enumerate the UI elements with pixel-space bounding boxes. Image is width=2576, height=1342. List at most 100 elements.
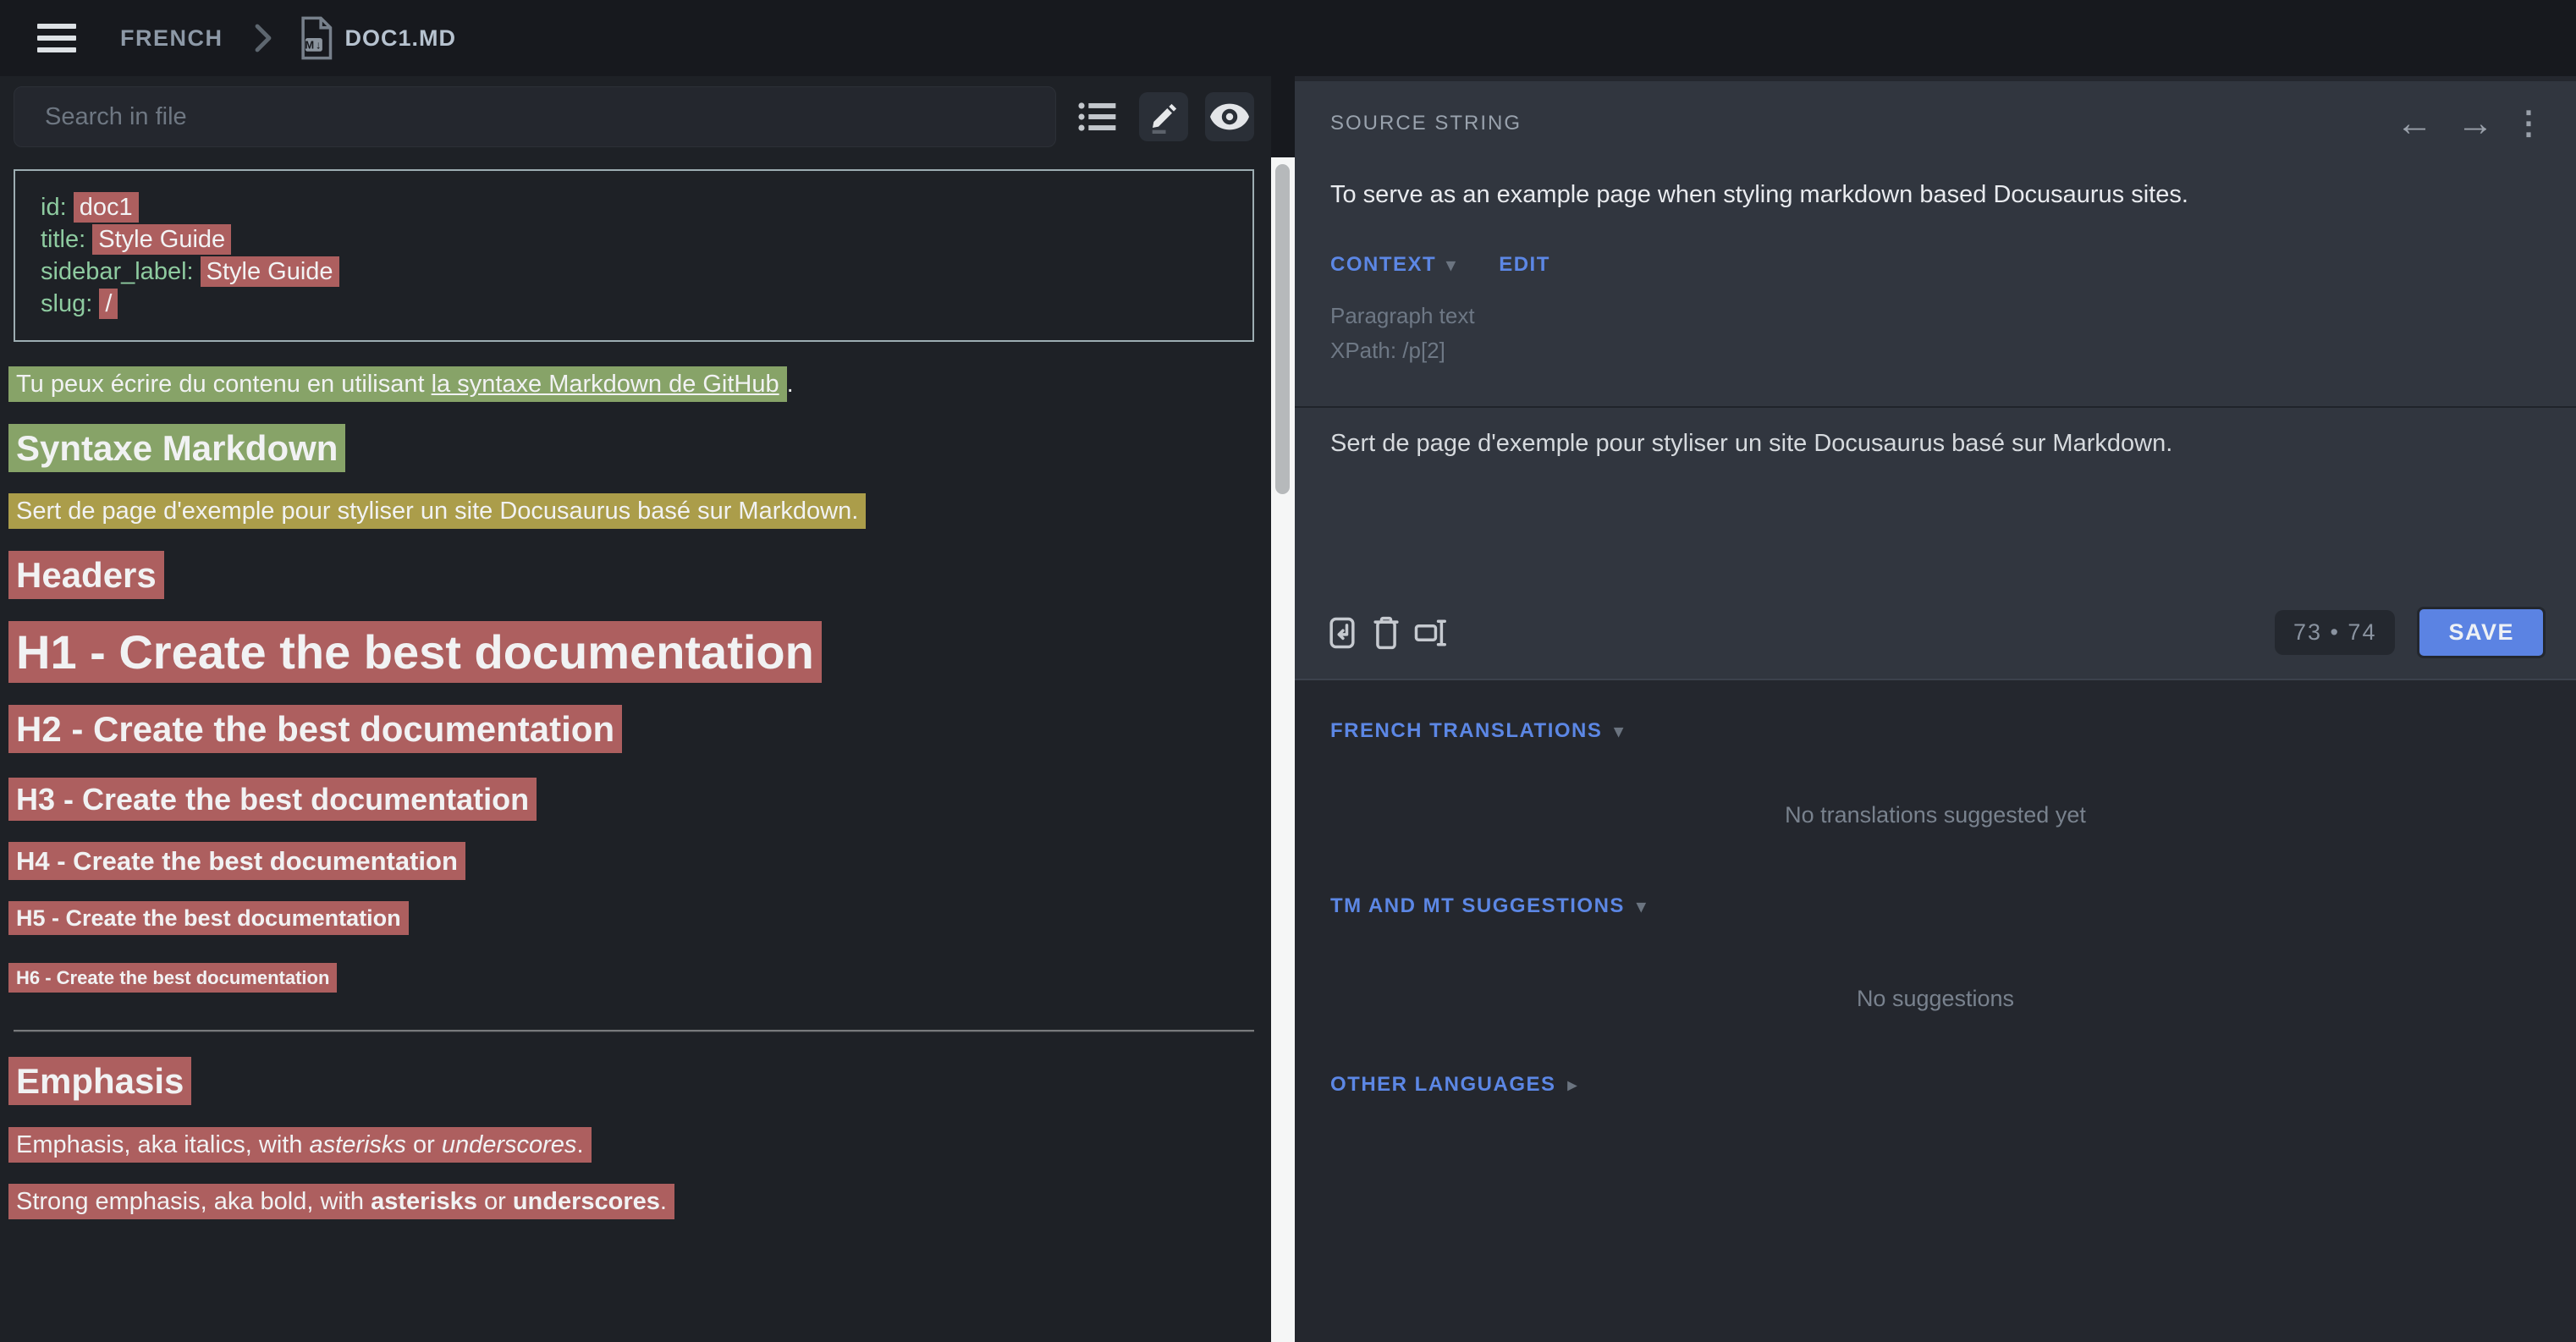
- document-block: Syntaxe Markdown: [8, 428, 1254, 470]
- source-string[interactable]: Sert de page d'exemple pour styliser un …: [8, 493, 866, 529]
- frontmatter-line: sidebar_label: Style Guide: [41, 256, 1227, 288]
- select-text-button[interactable]: [1408, 611, 1452, 655]
- translations-empty-state: No translations suggested yet: [1295, 802, 2576, 828]
- context-info: Paragraph text XPath: /p[2]: [1295, 299, 2576, 368]
- context-dropdown[interactable]: CONTEXT ▾: [1330, 253, 1456, 277]
- document-block: H4 - Create the best documentation: [8, 846, 1254, 877]
- arrow-right-icon: →: [2457, 105, 2494, 142]
- document-toolbar: [0, 76, 1271, 157]
- source-string[interactable]: Syntaxe Markdown: [8, 424, 345, 472]
- chevron-right-icon: ▸: [1568, 1075, 1578, 1096]
- save-button[interactable]: SAVE: [2417, 607, 2546, 658]
- document-block: Headers: [8, 555, 1254, 597]
- arrow-left-icon: ←: [2396, 105, 2433, 142]
- app-window: FRENCH M↓ DOC1.MD: [0, 0, 2576, 1342]
- source-string[interactable]: H2 - Create the best documentation: [8, 705, 622, 753]
- suggestions-empty-state: No suggestions: [1295, 986, 2576, 1012]
- source-string[interactable]: Style Guide: [92, 224, 231, 255]
- frontmatter-key: slug:: [41, 290, 92, 317]
- kebab-menu-icon: ⋮: [2513, 107, 2545, 140]
- source-string[interactable]: H1 - Create the best documentation: [8, 621, 822, 683]
- section-label: OTHER LANGUAGES: [1330, 1073, 1556, 1097]
- hamburger-menu-icon[interactable]: [37, 24, 76, 52]
- document-content-area: id: doc1title: Style Guidesidebar_label:…: [0, 157, 1271, 1217]
- frontmatter-key: sidebar_label:: [41, 258, 194, 285]
- edit-mode-button[interactable]: [1139, 92, 1188, 141]
- delete-translation-button[interactable]: [1364, 611, 1408, 655]
- previous-string-button[interactable]: ←: [2390, 102, 2439, 146]
- document-block: H1 - Create the best documentation: [8, 625, 1254, 680]
- scrollbar-thumb[interactable]: [1275, 164, 1290, 494]
- section-tm-mt-suggestions[interactable]: TM AND MT SUGGESTIONS ▾: [1295, 894, 2576, 918]
- svg-text:M↓: M↓: [305, 38, 322, 51]
- edit-context-button[interactable]: EDIT: [1499, 253, 1550, 277]
- frontmatter-box: id: doc1title: Style Guidesidebar_label:…: [14, 169, 1254, 342]
- breadcrumb-file[interactable]: M↓ DOC1.MD: [298, 15, 457, 61]
- eye-icon: [1210, 103, 1249, 130]
- breadcrumb-chevron-icon: [250, 19, 276, 57]
- translation-panel: SOURCE STRING ← → ⋮ To serve as an examp…: [1295, 76, 2576, 1342]
- chevron-down-icon: ▾: [1446, 255, 1456, 276]
- source-string-label: SOURCE STRING: [1330, 112, 1522, 135]
- search-input[interactable]: [14, 86, 1056, 147]
- document-block: H6 - Create the best documentation: [8, 967, 1254, 989]
- context-label: CONTEXT: [1330, 253, 1436, 277]
- context-xpath: XPath: /p[2]: [1330, 333, 2540, 368]
- frontmatter-line: slug: /: [41, 288, 1227, 320]
- source-string-text: To serve as an example page when styling…: [1295, 181, 2576, 209]
- source-string[interactable]: Strong emphasis, aka bold, with asterisk…: [8, 1184, 674, 1219]
- character-counter: 73 • 74: [2275, 610, 2396, 655]
- source-string[interactable]: H4 - Create the best documentation: [8, 842, 465, 880]
- chevron-down-icon: ▾: [1637, 896, 1647, 917]
- source-string[interactable]: H6 - Create the best documentation: [8, 963, 337, 993]
- section-label: FRENCH TRANSLATIONS: [1330, 719, 1602, 743]
- section-label: TM AND MT SUGGESTIONS: [1330, 894, 1625, 918]
- source-string[interactable]: H3 - Create the best documentation: [8, 778, 537, 821]
- section-other-languages[interactable]: OTHER LANGUAGES ▸: [1295, 1073, 2576, 1097]
- list-view-icon: [1077, 101, 1118, 133]
- document-block: Strong emphasis, aka bold, with asterisk…: [8, 1188, 1254, 1217]
- left-panel-scrollbar[interactable]: [1271, 157, 1295, 1342]
- editor-toolbar: 73 • 74 SAVE: [1295, 607, 2576, 679]
- copy-source-button[interactable]: [1320, 611, 1364, 655]
- more-options-button[interactable]: ⋮: [2512, 102, 2546, 146]
- string-list-view-button[interactable]: [1073, 92, 1122, 141]
- top-bar: FRENCH M↓ DOC1.MD: [0, 0, 2576, 76]
- document-block: Emphasis, aka italics, with asterisks or…: [8, 1131, 1254, 1160]
- breadcrumb-file-label: DOC1.MD: [345, 25, 457, 52]
- document-block: H3 - Create the best documentation: [8, 782, 1254, 817]
- translation-editor: SOURCE STRING ← → ⋮ To serve as an examp…: [1295, 81, 2576, 680]
- document-content: Tu peux écrire du contenu en utilisant l…: [14, 371, 1254, 1217]
- markdown-file-icon: M↓: [298, 15, 333, 61]
- frontmatter-key: title:: [41, 226, 85, 253]
- document-block: H5 - Create the best documentation: [8, 905, 1254, 932]
- document-block: H2 - Create the best documentation: [8, 709, 1254, 751]
- edit-label: EDIT: [1499, 253, 1550, 277]
- pencil-icon: [1147, 100, 1181, 134]
- chevron-down-icon: ▾: [1614, 721, 1624, 742]
- document-block: Sert de page d'exemple pour styliser un …: [8, 498, 1254, 526]
- horizontal-rule: [14, 1030, 1254, 1032]
- source-string[interactable]: H5 - Create the best documentation: [8, 901, 409, 935]
- source-string[interactable]: Headers: [8, 551, 164, 599]
- document-panel: id: doc1title: Style Guidesidebar_label:…: [0, 76, 1271, 1342]
- source-string[interactable]: doc1: [74, 192, 139, 223]
- translation-input[interactable]: Sert de page d'exemple pour styliser un …: [1295, 408, 2576, 607]
- frontmatter-key: id:: [41, 194, 67, 221]
- source-string[interactable]: Tu peux écrire du contenu en utilisant l…: [8, 366, 787, 402]
- text-cursor-icon: [1412, 614, 1449, 652]
- section-french-translations[interactable]: FRENCH TRANSLATIONS ▾: [1295, 719, 2576, 743]
- source-string[interactable]: /: [99, 289, 118, 319]
- source-string[interactable]: Style Guide: [201, 256, 339, 287]
- context-type: Paragraph text: [1330, 299, 2540, 333]
- document-block: Tu peux écrire du contenu en utilisant l…: [8, 371, 1254, 399]
- trash-icon: [1370, 614, 1402, 652]
- preview-mode-button[interactable]: [1205, 92, 1254, 141]
- source-string[interactable]: Emphasis: [8, 1057, 191, 1105]
- next-string-button[interactable]: →: [2451, 102, 2500, 146]
- breadcrumb-project[interactable]: FRENCH: [120, 25, 223, 52]
- copy-icon: [1324, 614, 1361, 652]
- document-block: Emphasis: [8, 1061, 1254, 1103]
- frontmatter-line: id: doc1: [41, 191, 1227, 223]
- source-string[interactable]: Emphasis, aka italics, with asterisks or…: [8, 1127, 592, 1163]
